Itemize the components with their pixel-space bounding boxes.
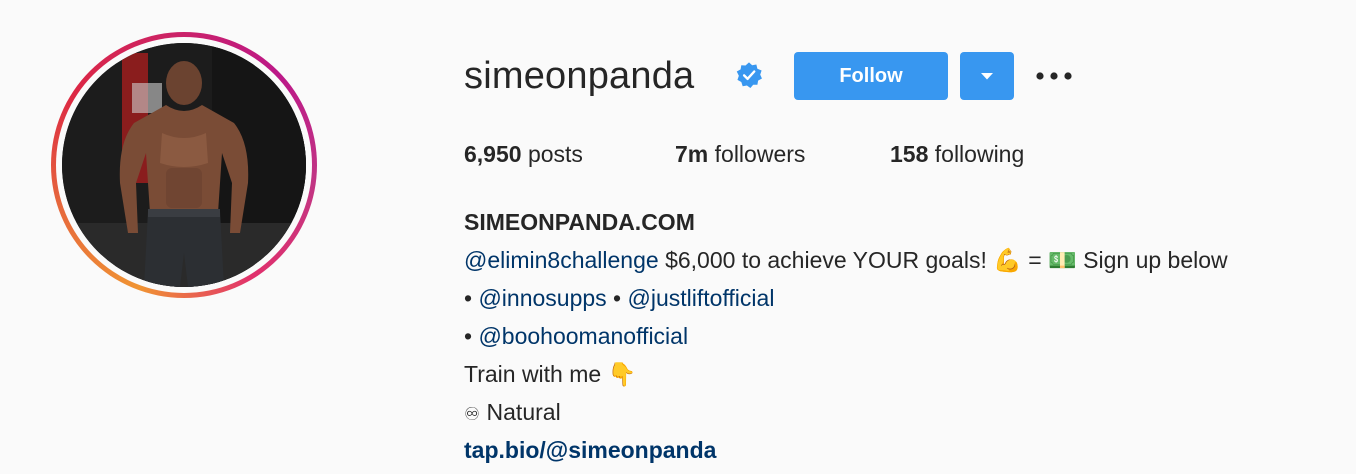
following-link[interactable]: 158 following (890, 139, 1024, 169)
avatar-story-ring[interactable] (51, 32, 317, 298)
bio-text: = (1021, 247, 1049, 273)
flexed-biceps-emoji-icon: 💪 (993, 247, 1022, 273)
profile-full-name: SIMEONPANDA.COM (464, 209, 695, 235)
suggested-accounts-dropdown-button[interactable] (960, 52, 1014, 100)
follow-button[interactable]: Follow (794, 52, 948, 100)
bullet: • (606, 285, 628, 311)
following-label: following (928, 141, 1025, 167)
bio-line-2: • @innosupps • @justliftofficial (464, 279, 1228, 317)
pointing-down-emoji-icon: 👇 (607, 361, 637, 387)
mention-boohoomanofficial[interactable]: @boohoomanofficial (478, 323, 688, 349)
bullet: • (464, 285, 479, 311)
posts-count: 6,950 posts (464, 139, 583, 169)
ellipsis-icon (1036, 72, 1072, 80)
bio-line-4: Train with me 👇 (464, 355, 1228, 393)
profile-bio: SIMEONPANDA.COM @elimin8challenge $6,000… (464, 203, 1228, 469)
followers-label: followers (708, 141, 806, 167)
bio-text: Train with me (464, 361, 608, 387)
bio-line-3: • @boohoomanofficial (464, 317, 1228, 355)
followers-link[interactable]: 7m followers (675, 139, 805, 169)
mention-elimin8challenge[interactable]: @elimin8challenge (464, 247, 659, 273)
bio-website-line: tap.bio/@simeonpanda (464, 431, 1228, 469)
bullet: • (464, 323, 479, 349)
infinity-emoji-icon: ♾ (464, 404, 481, 424)
bio-text: $6,000 to achieve YOUR goals! (658, 247, 994, 273)
bio-line-5: ♾ Natural (464, 393, 1228, 431)
following-number: 158 (890, 141, 929, 167)
bio-line-1: @elimin8challenge $6,000 to achieve YOUR… (464, 241, 1228, 279)
mention-justliftofficial[interactable]: @justliftofficial (628, 285, 775, 311)
caret-down-icon (981, 72, 993, 79)
website-link[interactable]: tap.bio/@simeonpanda (464, 437, 716, 463)
avatar-photo-icon (62, 43, 306, 287)
bio-text: Natural (480, 399, 561, 425)
bio-text: Sign up below (1076, 247, 1228, 273)
money-emoji-icon: 💵 (1048, 247, 1077, 273)
more-options-button[interactable] (1034, 58, 1074, 94)
posts-number: 6,950 (464, 141, 522, 167)
avatar[interactable] (62, 43, 306, 287)
followers-number: 7m (675, 141, 709, 167)
profile-username: simeonpanda (464, 55, 695, 97)
verified-badge-icon (736, 62, 762, 88)
mention-innosupps[interactable]: @innosupps (478, 285, 606, 311)
posts-label: posts (521, 141, 583, 167)
